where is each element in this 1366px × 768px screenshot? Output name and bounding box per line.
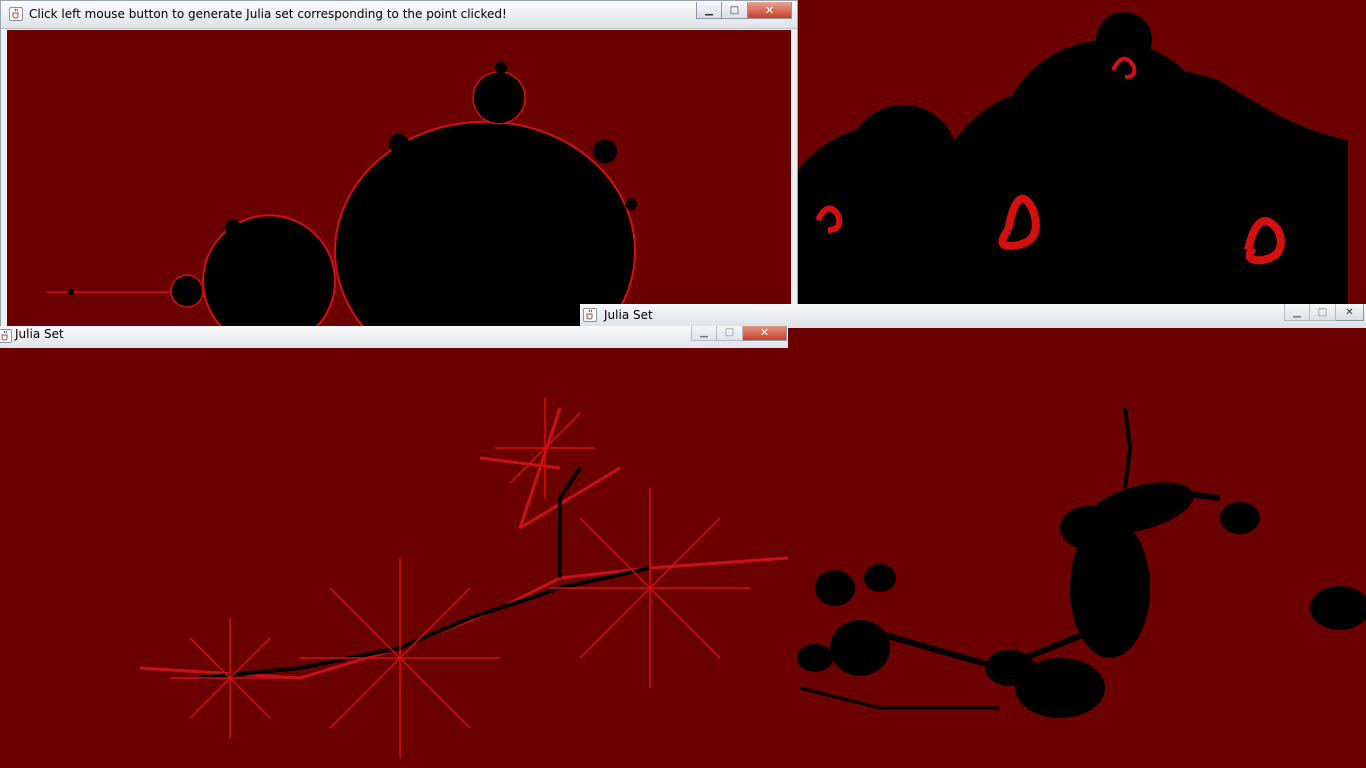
mandelbrot-canvas[interactable]: [7, 30, 791, 329]
java-cup-icon: [583, 308, 597, 322]
minimize-icon[interactable]: ▁: [696, 2, 722, 19]
julia-window-left: Julia Set ▁ □ ✕: [0, 326, 788, 768]
window-title: Julia Set: [15, 327, 64, 341]
julia-window-background: [798, 0, 1348, 306]
mandelbrot-titlebar[interactable]: Click left mouse button to generate Juli…: [1, 1, 797, 29]
julia-canvas-background[interactable]: [798, 0, 1348, 306]
julia-left-titlebar[interactable]: Julia Set ▁ □ ✕: [0, 326, 788, 349]
minimize-icon[interactable]: ▁: [691, 326, 717, 341]
maximize-icon[interactable]: □: [1310, 304, 1336, 321]
maximize-icon[interactable]: □: [717, 326, 743, 341]
window-title: Click left mouse button to generate Juli…: [29, 7, 507, 21]
maximize-icon[interactable]: □: [722, 2, 748, 19]
close-icon[interactable]: ✕: [743, 326, 787, 341]
close-icon[interactable]: ✕: [748, 2, 792, 19]
mandelbrot-window: Click left mouse button to generate Juli…: [0, 0, 798, 330]
julia-canvas-left[interactable]: [0, 348, 788, 768]
java-cup-icon: [9, 7, 23, 21]
close-icon[interactable]: ✕: [1336, 304, 1364, 321]
window-title: Julia Set: [604, 308, 653, 322]
minimize-icon[interactable]: ▁: [1284, 304, 1310, 321]
java-cup-icon: [0, 329, 12, 343]
